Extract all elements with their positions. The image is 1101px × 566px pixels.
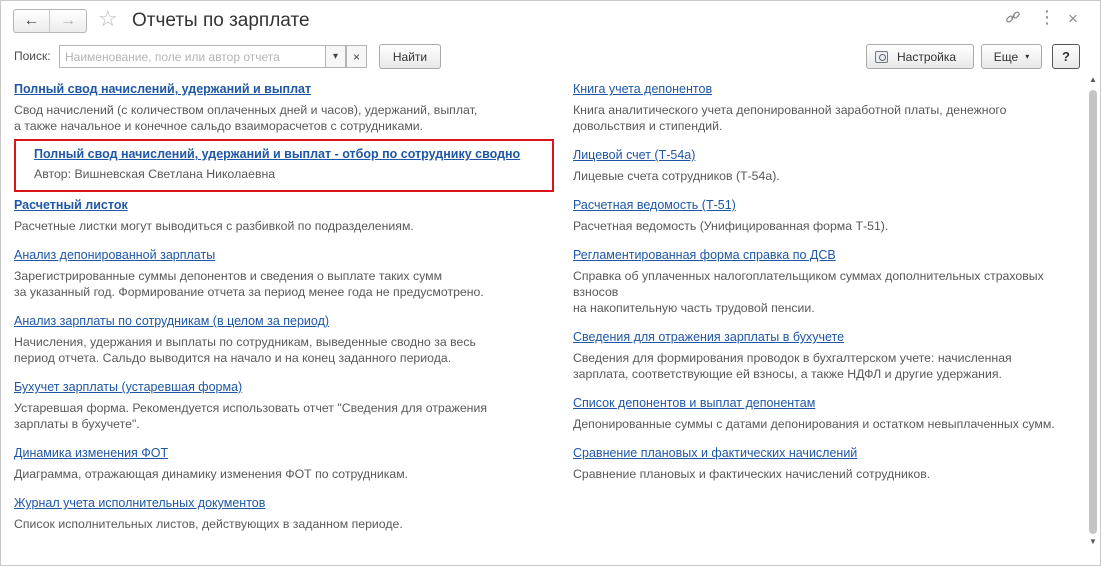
chevron-down-icon: ▾ — [1025, 52, 1030, 61]
title-bar: ← → ☆ Отчеты по зарплате ⋮ × — [0, 0, 1101, 42]
report-list: Полный свод начислений, удержаний и выпл… — [0, 76, 1086, 566]
description-line: Начисления, удержания и выплаты по сотру… — [14, 335, 476, 349]
back-arrow-icon[interactable]: ← — [14, 10, 50, 32]
link-icon[interactable] — [1005, 9, 1021, 29]
page-title: Отчеты по зарплате — [132, 10, 310, 31]
forward-arrow-icon[interactable]: → — [50, 10, 86, 32]
report-link[interactable]: Бухучет зарплаты (устаревшая форма) — [14, 380, 487, 394]
settings-button-label: Настройка — [897, 49, 957, 64]
user-report-link[interactable]: Полный свод начислений, удержаний и выпл… — [34, 147, 520, 161]
report-item: Бухучет зарплаты (устаревшая форма) Уста… — [14, 380, 487, 432]
description-line: Свод начислений (с количеством оплаченны… — [14, 103, 478, 117]
search-dropdown-icon[interactable]: ▾ — [325, 45, 346, 68]
report-link[interactable]: Сведения для отражения зарплаты в бухуче… — [573, 330, 1012, 344]
report-item: Список депонентов и выплат депонентам Де… — [573, 396, 1055, 432]
more-button-label: Еще — [993, 49, 1019, 64]
report-item: Регламентированная форма справка по ДСВ … — [573, 248, 1044, 316]
find-button[interactable]: Найти — [379, 44, 441, 69]
report-description: Депонированные суммы с датами депонирова… — [573, 416, 1055, 432]
report-author: Автор: Вишневская Светлана Николаевна — [34, 167, 276, 181]
description-line: взносов — [573, 285, 619, 299]
description-line: Сравнение плановых и фактических начисле… — [573, 467, 931, 481]
report-item: Динамика изменения ФОТ Диаграмма, отража… — [14, 446, 408, 482]
report-link[interactable]: Полный свод начислений, удержаний и выпл… — [14, 82, 477, 96]
settings-button[interactable]: Настройка — [866, 44, 974, 69]
report-item: Анализ депонированной зарплаты Зарегистр… — [14, 248, 484, 300]
description-line: Диаграмма, отражающая динамику изменения… — [14, 467, 409, 481]
search-input[interactable] — [59, 45, 325, 68]
report-link[interactable]: Анализ депонированной зарплаты — [14, 248, 484, 262]
report-link[interactable]: Журнал учета исполнительных документов — [14, 496, 403, 510]
description-line: зарплаты в бухучете". — [14, 417, 140, 431]
report-link[interactable]: Динамика изменения ФОТ — [14, 446, 408, 460]
report-link[interactable]: Расчетный листок — [14, 198, 414, 212]
report-description: Диаграмма, отражающая динамику изменения… — [14, 466, 408, 482]
report-description: Расчетные листки могут выводиться с разб… — [14, 218, 414, 234]
scroll-thumb[interactable] — [1089, 90, 1097, 534]
report-item: Журнал учета исполнительных документов С… — [14, 496, 403, 532]
vertical-scrollbar[interactable]: ▲ ▼ — [1087, 76, 1099, 550]
report-item: Анализ зарплаты по сотрудникам (в целом … — [14, 314, 476, 366]
report-item: Сравнение плановых и фактических начисле… — [573, 446, 930, 482]
report-description: Книга аналитического учета депонированно… — [573, 102, 1007, 134]
report-item: Книга учета депонентов Книга аналитическ… — [573, 82, 1007, 134]
description-line: на накопительную часть трудовой пенсии. — [573, 301, 815, 315]
description-line: Книга аналитического учета депонированно… — [573, 103, 1007, 117]
description-line: Зарегистрированные суммы депонентов и св… — [14, 269, 443, 283]
description-line: Лицевые счета сотрудников (Т-54а). — [573, 169, 780, 183]
report-link[interactable]: Сравнение плановых и фактических начисле… — [573, 446, 930, 460]
description-line: Депонированные суммы с датами депонирова… — [573, 417, 1055, 431]
description-line: Справка об уплаченных налогоплательщиком… — [573, 269, 1044, 283]
navigation-buttons: ← → — [13, 9, 87, 33]
description-line: Расчетная ведомость (Унифицированная фор… — [573, 219, 889, 233]
report-description: Лицевые счета сотрудников (Т-54а). — [573, 168, 780, 184]
report-link[interactable]: Расчетная ведомость (Т-51) — [573, 198, 888, 212]
report-link[interactable]: Книга учета депонентов — [573, 82, 1007, 96]
report-description: Список исполнительных листов, действующи… — [14, 516, 403, 532]
more-button[interactable]: Еще ▾ — [981, 44, 1042, 69]
user-report-highlight: Полный свод начислений, удержаний и выпл… — [14, 139, 554, 192]
report-description: Свод начислений (с количеством оплаченны… — [14, 102, 477, 134]
settings-icon — [875, 50, 888, 63]
report-description: Устаревшая форма. Рекомендуется использо… — [14, 400, 487, 432]
more-vertical-icon[interactable]: ⋮ — [1038, 8, 1056, 26]
favorite-star-icon[interactable]: ☆ — [98, 8, 118, 30]
report-description: Сравнение плановых и фактических начисле… — [573, 466, 930, 482]
close-icon[interactable]: × — [1068, 10, 1078, 27]
report-link[interactable]: Список депонентов и выплат депонентам — [573, 396, 1055, 410]
description-line: довольствия и стипендий. — [573, 119, 723, 133]
search-label: Поиск: — [14, 49, 51, 63]
search-clear-icon[interactable]: × — [346, 45, 367, 68]
report-item: Полный свод начислений, удержаний и выпл… — [14, 82, 477, 134]
report-description: Начисления, удержания и выплаты по сотру… — [14, 334, 476, 366]
report-link[interactable]: Регламентированная форма справка по ДСВ — [573, 248, 1044, 262]
report-description: Расчетная ведомость (Унифицированная фор… — [573, 218, 888, 234]
description-line: период отчета. Сальдо выводится на начал… — [14, 351, 452, 365]
report-item: Лицевой счет (Т-54а) Лицевые счета сотру… — [573, 148, 780, 184]
report-item: Расчетная ведомость (Т-51) Расчетная вед… — [573, 198, 888, 234]
report-description: Сведения для формирования проводок в бух… — [573, 350, 1012, 382]
description-line: зарплата, соответствующие ей взносы, а т… — [573, 367, 1002, 381]
description-line: Устаревшая форма. Рекомендуется использо… — [14, 401, 487, 415]
report-description: Справка об уплаченных налогоплательщиком… — [573, 268, 1044, 316]
description-line: Расчетные листки могут выводиться с разб… — [14, 219, 414, 233]
description-line: за указанный год. Формирование отчета за… — [14, 285, 484, 299]
scroll-up-icon[interactable]: ▲ — [1089, 76, 1097, 84]
report-item: Сведения для отражения зарплаты в бухуче… — [573, 330, 1012, 382]
report-link[interactable]: Лицевой счет (Т-54а) — [573, 148, 780, 162]
help-button[interactable]: ? — [1052, 44, 1080, 69]
description-line: Список исполнительных листов, действующи… — [14, 517, 403, 531]
report-description: Зарегистрированные суммы депонентов и св… — [14, 268, 484, 300]
description-line: Сведения для формирования проводок в бух… — [573, 351, 1012, 365]
scroll-down-icon[interactable]: ▼ — [1089, 538, 1097, 546]
report-link[interactable]: Анализ зарплаты по сотрудникам (в целом … — [14, 314, 476, 328]
report-item: Расчетный листок Расчетные листки могут … — [14, 198, 414, 234]
description-line: а также начальное и конечное сальдо взаи… — [14, 119, 424, 133]
